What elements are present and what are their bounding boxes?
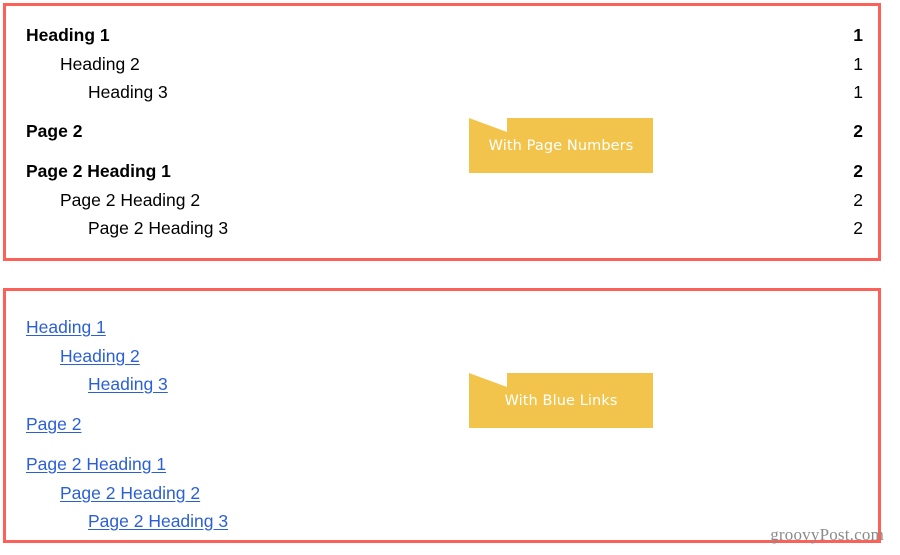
toc-entry-list-blue-links: Heading 1 Heading 2 Heading 3 Page 2 Page 2 … [6, 291, 878, 540]
toc-entry-label: Page 2 Heading 3 [88, 218, 229, 238]
toc-row[interactable]: Page 2 [6, 413, 878, 435]
toc-entry-link[interactable]: Heading 1 [26, 316, 106, 338]
toc-entry-label: Heading 1 [26, 25, 110, 45]
callout-banner-with-page-numbers: With Page Numbers [469, 118, 653, 173]
toc-panel-with-blue-links: Heading 1 Heading 2 Heading 3 Page 2 Page 2 … [3, 288, 881, 543]
toc-entry-page-number: 2 [853, 161, 863, 181]
toc-entry-link[interactable]: Page 2 [26, 413, 81, 435]
toc-row[interactable]: Page 2 Heading 2 [6, 482, 878, 504]
toc-row[interactable]: Heading 3 [6, 373, 878, 395]
toc-row: Page 2 Heading 1 2 [6, 160, 878, 182]
toc-entry-label: Heading 3 [88, 82, 168, 102]
toc-row: Page 2 Heading 2 2 [6, 189, 878, 211]
toc-entry-label: Heading 2 [60, 54, 140, 74]
toc-entry-page-number: 2 [853, 218, 863, 238]
watermark-groovypost: groovyPost.com [770, 525, 884, 544]
toc-entry-list-page-numbers: Heading 1 1 Heading 2 1 Heading 3 1 Page 2 2 Pag… [6, 6, 878, 258]
toc-entry-link[interactable]: Heading 3 [88, 373, 168, 395]
toc-entry-page-number: 2 [853, 121, 863, 141]
toc-entry-link[interactable]: Heading 2 [60, 345, 140, 367]
toc-row: Page 2 Heading 3 2 [6, 217, 878, 239]
page-fold-icon [469, 118, 507, 132]
callout-banner-with-blue-links: With Blue Links [469, 373, 653, 428]
toc-row: Heading 1 1 [6, 24, 878, 46]
toc-entry-link[interactable]: Page 2 Heading 1 [26, 453, 166, 475]
toc-row: Heading 2 1 [6, 53, 878, 75]
toc-entry-link[interactable]: Page 2 Heading 3 [88, 510, 228, 532]
toc-panel-with-page-numbers: Heading 1 1 Heading 2 1 Heading 3 1 Page 2 2 Pag… [3, 3, 881, 261]
toc-entry-page-number: 2 [853, 190, 863, 210]
toc-row: Heading 3 1 [6, 81, 878, 103]
toc-row[interactable]: Heading 1 [6, 316, 878, 338]
toc-entry-label: Page 2 [26, 121, 83, 141]
callout-banner-label: With Blue Links [504, 392, 618, 409]
toc-entry-page-number: 1 [853, 82, 863, 102]
toc-row[interactable]: Page 2 Heading 3 [6, 510, 878, 532]
toc-row[interactable]: Heading 2 [6, 345, 878, 367]
toc-entry-link[interactable]: Page 2 Heading 2 [60, 482, 200, 504]
toc-entry-label: Page 2 Heading 2 [60, 190, 201, 210]
toc-row[interactable]: Page 2 Heading 1 [6, 453, 878, 475]
toc-entry-label: Page 2 Heading 1 [26, 161, 171, 181]
toc-row: Page 2 2 [6, 120, 878, 142]
page-fold-icon [469, 373, 507, 387]
toc-entry-page-number: 1 [853, 54, 863, 74]
callout-banner-label: With Page Numbers [488, 137, 634, 154]
toc-entry-page-number: 1 [853, 25, 863, 45]
